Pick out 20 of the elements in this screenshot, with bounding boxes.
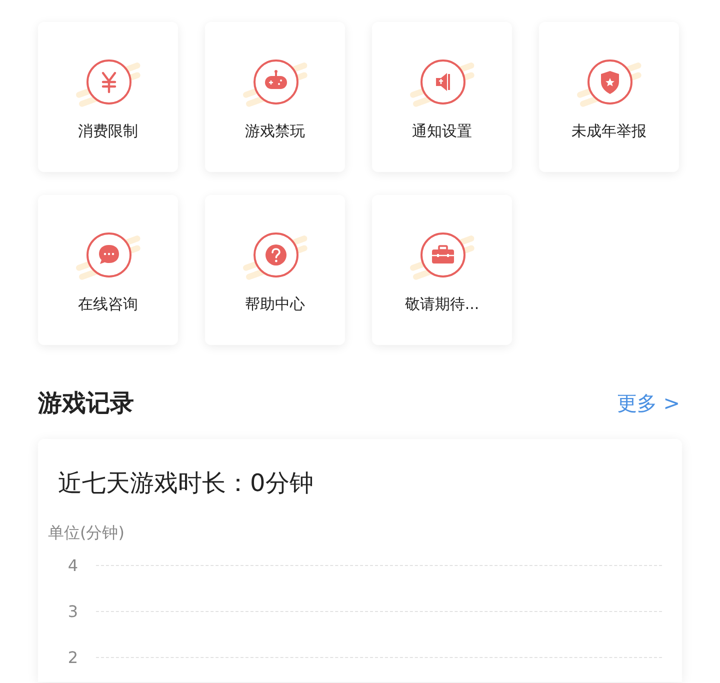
tool-label: 消费限制: [78, 122, 138, 141]
tool-label: 游戏禁玩: [245, 122, 305, 141]
tool-card[interactable]: 游戏禁玩: [205, 22, 345, 172]
tick-label: 2: [66, 648, 78, 666]
tool-label: 通知设置: [412, 122, 472, 141]
tool-label: 未成年举报: [572, 122, 646, 141]
tool-card[interactable]: 敬请期待...: [372, 195, 512, 345]
tool-label: 帮助中心: [245, 295, 305, 314]
tool-label: 在线咨询: [78, 295, 138, 314]
summary-text: 近七天游戏时长：0分钟: [58, 468, 314, 499]
axis-label: 单位(分钟): [48, 523, 126, 544]
tool-card[interactable]: 消费限制: [38, 22, 178, 172]
tick-label: 3: [66, 602, 78, 620]
tool-card[interactable]: 未成年举报: [539, 22, 679, 172]
tool-label: 敬请期待...: [404, 295, 480, 314]
section-title: 游戏记录: [38, 388, 134, 419]
tick-label: 4: [66, 556, 78, 574]
tool-card[interactable]: 通知设置: [372, 22, 512, 172]
tool-card[interactable]: 在线咨询: [38, 195, 178, 345]
tool-card[interactable]: 帮助中心: [205, 195, 345, 345]
